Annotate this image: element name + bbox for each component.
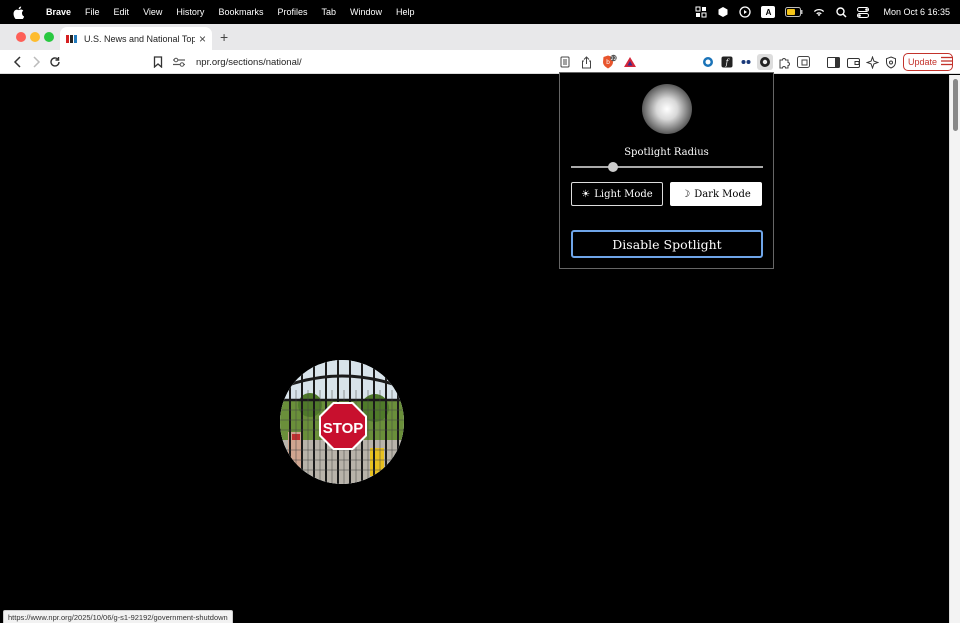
sidebar-toggle-icon[interactable] bbox=[825, 54, 841, 70]
spotlight-radius-slider[interactable] bbox=[571, 161, 763, 173]
spotlight-extension-icon[interactable] bbox=[757, 54, 773, 70]
box-icon[interactable] bbox=[717, 6, 729, 18]
battery-icon[interactable] bbox=[785, 6, 803, 18]
menubar-clock[interactable]: Mon Oct 6 16:35 bbox=[883, 7, 950, 17]
search-icon[interactable] bbox=[835, 6, 847, 18]
update-button[interactable]: Update bbox=[903, 53, 954, 71]
page-scrollbar[interactable] bbox=[949, 75, 960, 623]
play-circle-icon[interactable] bbox=[739, 6, 752, 18]
spotlight-image: STOP bbox=[280, 360, 404, 484]
new-tab-button[interactable]: + bbox=[220, 29, 228, 45]
menu-profiles[interactable]: Profiles bbox=[277, 7, 307, 17]
menu-tab[interactable]: Tab bbox=[321, 7, 336, 17]
spotlight-circle: STOP bbox=[280, 360, 404, 484]
menu-file[interactable]: File bbox=[85, 7, 100, 17]
dark-mode-label: Dark Mode bbox=[694, 188, 751, 200]
reader-mode-icon[interactable] bbox=[557, 54, 573, 70]
menu-edit[interactable]: Edit bbox=[114, 7, 130, 17]
tab-title: U.S. News and National Top Stori bbox=[84, 33, 195, 44]
brave-shields-icon[interactable]: b 22 bbox=[601, 54, 617, 70]
menu-bookmarks[interactable]: Bookmarks bbox=[218, 7, 263, 17]
input-source-icon[interactable]: A bbox=[761, 6, 776, 18]
wallet-icon[interactable] bbox=[845, 54, 861, 70]
forward-button[interactable] bbox=[28, 54, 44, 70]
site-settings-icon[interactable] bbox=[172, 57, 186, 67]
moon-icon: ☽ bbox=[681, 188, 691, 200]
tab-close-icon[interactable]: × bbox=[199, 32, 206, 46]
light-mode-button[interactable]: ☀ Light Mode bbox=[571, 182, 663, 206]
dark-mode-button[interactable]: ☽ Dark Mode bbox=[670, 182, 762, 206]
slider-knob[interactable] bbox=[608, 162, 619, 172]
spotlight-preview-circle bbox=[642, 84, 692, 134]
menu-window[interactable]: Window bbox=[350, 7, 382, 17]
svg-text:b: b bbox=[606, 59, 610, 66]
tab-npr-national[interactable]: U.S. News and National Top Stori × bbox=[60, 27, 212, 50]
page-content-overlay[interactable] bbox=[3, 75, 949, 623]
browser-toolbar: npr.org/sections/national/ b 22 f Update bbox=[0, 50, 960, 74]
extensions-puzzle-icon[interactable] bbox=[776, 54, 792, 70]
extension-translate-icon[interactable] bbox=[795, 54, 811, 70]
extension-script-icon[interactable]: f bbox=[719, 54, 735, 70]
disable-spotlight-button[interactable]: Disable Spotlight bbox=[571, 230, 763, 258]
menu-app-name[interactable]: Brave bbox=[46, 7, 71, 17]
shields-count: 22 bbox=[611, 56, 617, 62]
link-hover-status: https://www.npr.org/2025/10/06/g-s1-9219… bbox=[3, 610, 233, 623]
window-maximize-button[interactable] bbox=[44, 32, 54, 42]
wifi-icon[interactable] bbox=[813, 6, 825, 18]
sun-icon: ☀ bbox=[581, 188, 591, 200]
tab-strip: U.S. News and National Top Stori × + bbox=[0, 24, 960, 50]
brave-rewards-icon[interactable] bbox=[622, 54, 638, 70]
control-center-icon[interactable] bbox=[857, 6, 870, 18]
scrollbar-thumb[interactable] bbox=[953, 79, 958, 131]
url-text[interactable]: npr.org/sections/national/ bbox=[196, 57, 302, 68]
apple-menu-icon[interactable] bbox=[12, 5, 24, 19]
menu-history[interactable]: History bbox=[176, 7, 204, 17]
window-close-button[interactable] bbox=[16, 32, 26, 42]
reload-button[interactable] bbox=[47, 54, 63, 70]
share-icon[interactable] bbox=[578, 54, 594, 70]
vpn-shield-icon[interactable] bbox=[883, 54, 899, 70]
spotlight-extension-popup: Spotlight Radius ☀ Light Mode ☽ Dark Mod… bbox=[559, 72, 774, 269]
slider-track[interactable] bbox=[571, 166, 763, 168]
extension-dots-icon[interactable] bbox=[738, 54, 754, 70]
macos-menu-bar: Brave File Edit View History Bookmarks P… bbox=[0, 0, 960, 24]
window-minimize-button[interactable] bbox=[30, 32, 40, 42]
bookmark-icon[interactable] bbox=[150, 54, 166, 70]
stop-sign-text: STOP bbox=[323, 420, 364, 437]
menu-help[interactable]: Help bbox=[396, 7, 415, 17]
menu-view[interactable]: View bbox=[143, 7, 162, 17]
update-label: Update bbox=[908, 57, 938, 67]
extension-one-icon[interactable] bbox=[700, 54, 716, 70]
leo-ai-icon[interactable] bbox=[864, 54, 880, 70]
back-button[interactable] bbox=[10, 54, 26, 70]
npr-favicon-icon bbox=[66, 34, 78, 43]
hamburger-menu-icon bbox=[941, 56, 954, 68]
light-mode-label: Light Mode bbox=[594, 188, 653, 200]
grid-extension-icon[interactable] bbox=[695, 6, 707, 18]
spotlight-radius-label: Spotlight Radius bbox=[624, 147, 709, 158]
